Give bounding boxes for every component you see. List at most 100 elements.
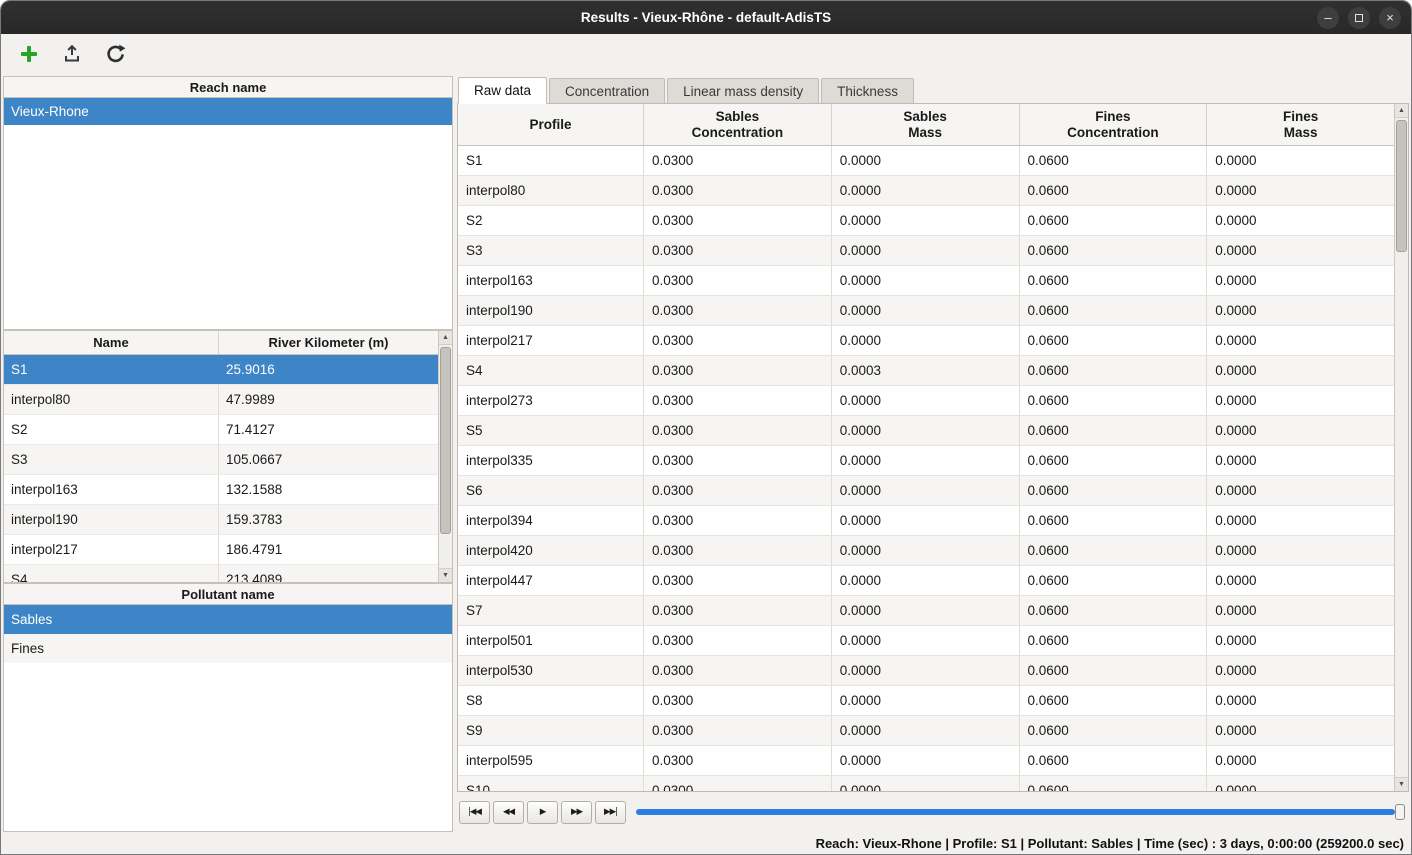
profile-name-cell: interpol163 [4, 475, 219, 504]
table-row[interactable]: S40.03000.00030.06000.0000 [458, 356, 1394, 386]
table-row[interactable]: S30.03000.00000.06000.0000 [458, 236, 1394, 266]
table-cell: 0.0000 [1207, 716, 1394, 745]
column-header[interactable]: FinesMass [1207, 104, 1394, 145]
profile-row[interactable]: S125.9016 [4, 355, 438, 385]
table-cell: 0.0300 [644, 386, 832, 415]
skip-end-button[interactable]: ▶▶| [595, 801, 626, 824]
profile-row[interactable]: interpol190159.3783 [4, 505, 438, 535]
table-row[interactable]: S20.03000.00000.06000.0000 [458, 206, 1394, 236]
slider-handle[interactable] [1395, 804, 1405, 820]
table-cell: S2 [458, 206, 644, 235]
table-row[interactable]: interpol4200.03000.00000.06000.0000 [458, 536, 1394, 566]
table-cell: 0.0300 [644, 686, 832, 715]
table-row[interactable]: interpol3350.03000.00000.06000.0000 [458, 446, 1394, 476]
table-cell: interpol595 [458, 746, 644, 775]
table-cell: 0.0000 [1207, 446, 1394, 475]
table-row[interactable]: interpol5300.03000.00000.06000.0000 [458, 656, 1394, 686]
maximize-button[interactable] [1348, 7, 1370, 29]
table-row[interactable]: interpol1630.03000.00000.06000.0000 [458, 266, 1394, 296]
column-header[interactable]: Profile [458, 104, 644, 145]
scroll-up-icon[interactable]: ▲ [439, 331, 452, 345]
right-panel: Raw dataConcentrationLinear mass density… [457, 76, 1409, 832]
profile-km-cell: 213.4089 [219, 565, 438, 583]
table-cell: 0.0000 [832, 296, 1020, 325]
table-row[interactable]: S70.03000.00000.06000.0000 [458, 596, 1394, 626]
profile-row[interactable]: interpol217186.4791 [4, 535, 438, 565]
reach-item[interactable]: Vieux-Rhone [4, 98, 452, 125]
tab-linear-mass-density[interactable]: Linear mass density [667, 78, 819, 103]
pollutant-item[interactable]: Fines [4, 634, 452, 663]
scroll-down-icon[interactable]: ▼ [1395, 777, 1408, 791]
table-cell: interpol530 [458, 656, 644, 685]
tab-concentration[interactable]: Concentration [549, 78, 665, 103]
table-cell: 0.0000 [1207, 146, 1394, 175]
table-row[interactable]: S80.03000.00000.06000.0000 [458, 686, 1394, 716]
profile-row[interactable]: S3105.0667 [4, 445, 438, 475]
app-window: Results - Vieux-Rhône - default-AdisTS –… [0, 0, 1412, 855]
pollutant-item[interactable]: Sables [4, 605, 452, 634]
table-cell: 0.0600 [1020, 146, 1208, 175]
table-row[interactable]: S100.03000.00000.06000.0000 [458, 776, 1394, 792]
forward-button[interactable]: ▶▶ [561, 801, 592, 824]
table-cell: 0.0000 [1207, 296, 1394, 325]
table-cell: 0.0600 [1020, 716, 1208, 745]
minimize-button[interactable]: – [1317, 7, 1339, 29]
rewind-button[interactable]: ◀◀ [493, 801, 524, 824]
table-cell: 0.0300 [644, 296, 832, 325]
table-cell: S7 [458, 596, 644, 625]
profile-km-cell: 186.4791 [219, 535, 438, 564]
profile-row[interactable]: S271.4127 [4, 415, 438, 445]
table-row[interactable]: interpol5950.03000.00000.06000.0000 [458, 746, 1394, 776]
profiles-scrollbar[interactable]: ▲ ▼ [438, 331, 452, 582]
left-panel: Reach name Vieux-Rhone Name River Kilome… [3, 76, 453, 832]
tab-bar: Raw dataConcentrationLinear mass density… [457, 76, 1409, 103]
skip-start-button[interactable]: |◀◀ [459, 801, 490, 824]
profile-row[interactable]: interpol8047.9989 [4, 385, 438, 415]
table-row[interactable]: interpol5010.03000.00000.06000.0000 [458, 626, 1394, 656]
table-row[interactable]: interpol2170.03000.00000.06000.0000 [458, 326, 1394, 356]
column-header[interactable]: SablesMass [832, 104, 1020, 145]
table-cell: 0.0300 [644, 206, 832, 235]
table-row[interactable]: interpol800.03000.00000.06000.0000 [458, 176, 1394, 206]
profile-name-cell: S1 [4, 355, 219, 384]
table-row[interactable]: S50.03000.00000.06000.0000 [458, 416, 1394, 446]
scroll-up-icon[interactable]: ▲ [1395, 104, 1408, 118]
time-slider[interactable] [636, 800, 1405, 824]
table-row[interactable]: S90.03000.00000.06000.0000 [458, 716, 1394, 746]
table-row[interactable]: interpol3940.03000.00000.06000.0000 [458, 506, 1394, 536]
table-cell: 0.0000 [832, 626, 1020, 655]
profile-row[interactable]: S4213.4089 [4, 565, 438, 583]
data-scrollbar[interactable]: ▲ ▼ [1394, 104, 1408, 791]
data-table-body: S10.03000.00000.06000.0000interpol800.03… [458, 146, 1394, 792]
scrollbar-track[interactable] [439, 345, 452, 568]
add-button[interactable] [15, 40, 43, 68]
titlebar[interactable]: Results - Vieux-Rhône - default-AdisTS –… [1, 1, 1411, 34]
scrollbar-thumb[interactable] [440, 347, 451, 534]
toolbar [1, 34, 1411, 74]
tab-raw-data[interactable]: Raw data [458, 77, 547, 104]
table-cell: 0.0300 [644, 176, 832, 205]
column-header[interactable]: FinesConcentration [1020, 104, 1208, 145]
table-row[interactable]: interpol4470.03000.00000.06000.0000 [458, 566, 1394, 596]
player-buttons: |◀◀◀◀▶▶▶▶▶| [459, 801, 629, 824]
table-row[interactable]: interpol2730.03000.00000.06000.0000 [458, 386, 1394, 416]
scroll-down-icon[interactable]: ▼ [439, 568, 452, 582]
profiles-header-name[interactable]: Name [4, 331, 219, 354]
column-header-line: Fines [1095, 109, 1130, 125]
close-button[interactable]: × [1379, 7, 1401, 29]
table-cell: 0.0000 [832, 326, 1020, 355]
profile-row[interactable]: interpol163132.1588 [4, 475, 438, 505]
table-row[interactable]: S60.03000.00000.06000.0000 [458, 476, 1394, 506]
table-cell: 0.0000 [832, 416, 1020, 445]
export-button[interactable] [58, 40, 86, 68]
table-row[interactable]: interpol1900.03000.00000.06000.0000 [458, 296, 1394, 326]
scrollbar-thumb[interactable] [1396, 120, 1407, 252]
profiles-header-km[interactable]: River Kilometer (m) [219, 331, 438, 354]
scrollbar-track[interactable] [1395, 118, 1408, 777]
table-row[interactable]: S10.03000.00000.06000.0000 [458, 146, 1394, 176]
play-button[interactable]: ▶ [527, 801, 558, 824]
refresh-button[interactable] [101, 40, 129, 68]
column-header-line: Mass [1284, 125, 1318, 141]
column-header[interactable]: SablesConcentration [644, 104, 832, 145]
tab-thickness[interactable]: Thickness [821, 78, 914, 103]
